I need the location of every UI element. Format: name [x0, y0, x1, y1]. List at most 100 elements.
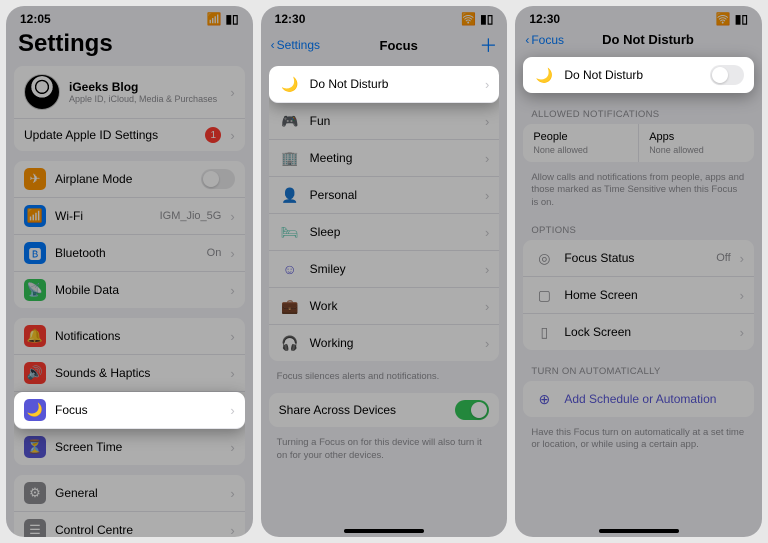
chevron-right-icon: ›	[230, 85, 234, 100]
row-label: Airplane Mode	[55, 172, 192, 186]
chevron-right-icon: ›	[230, 246, 234, 261]
row-label: Do Not Disturb	[564, 68, 701, 82]
profile-name: iGeeks Blog	[69, 80, 221, 94]
share-across-devices-row[interactable]: Share Across Devices	[269, 393, 500, 427]
chevron-right-icon: ›	[230, 523, 234, 538]
chevron-right-icon: ›	[485, 188, 489, 203]
chevron-left-icon: ‹	[525, 33, 529, 47]
chevron-right-icon: ›	[230, 329, 234, 344]
alerts-group: 🔔 Notifications › 🔊Sounds & Haptics› 🌙 Focus ›…	[14, 318, 245, 465]
row-icon: ▢	[533, 284, 555, 306]
status-indicators: 🛜 ▮▯	[716, 12, 748, 26]
list-row[interactable]: ▢Home Screen›	[523, 277, 754, 314]
wifi-icon: 🛜	[716, 12, 731, 26]
share-toggle[interactable]	[455, 400, 489, 420]
home-indicator[interactable]	[344, 529, 424, 533]
signal-icon: 📶	[207, 12, 222, 26]
row-icon: 🎮	[279, 110, 301, 132]
status-bar: 12:05 📶 ▮▯	[6, 6, 253, 28]
chevron-right-icon: ›	[740, 325, 744, 340]
row-label: Fun	[310, 114, 476, 128]
status-indicators: 🛜 ▮▯	[461, 12, 493, 26]
apple-id-row[interactable]: iGeeks Blog Apple ID, iCloud, Media & Pu…	[14, 66, 245, 119]
back-label: Settings	[277, 38, 320, 52]
chevron-right-icon: ›	[230, 403, 234, 418]
row-icon: 📡	[24, 279, 46, 301]
list-row[interactable]: 🛏Sleep›	[269, 214, 500, 251]
row-icon: 👤	[279, 184, 301, 206]
list-row[interactable]: 👤Personal›	[269, 177, 500, 214]
profile-group: iGeeks Blog Apple ID, iCloud, Media & Pu…	[14, 66, 245, 151]
page-title: Settings	[6, 28, 253, 66]
row-icon: 🌙	[24, 399, 46, 421]
row-label: Smiley	[310, 262, 476, 276]
chevron-right-icon: ›	[230, 283, 234, 298]
row-label: Wi-Fi	[55, 209, 151, 223]
update-apple-id-row[interactable]: Update Apple ID Settings 1 ›	[14, 119, 245, 151]
list-row[interactable]: ☰ Control Centre ›	[14, 512, 245, 537]
status-time: 12:30	[275, 12, 306, 26]
list-row[interactable]: 🏢Meeting›	[269, 140, 500, 177]
row-icon: 🎧	[279, 332, 301, 354]
plus-circle-icon: ⊕	[533, 388, 555, 410]
list-row[interactable]: 🔔 Notifications ›	[14, 318, 245, 355]
row-icon: ☰	[24, 519, 46, 537]
list-row[interactable]: 🌙 Focus ›	[14, 392, 245, 429]
row-label: Mobile Data	[55, 283, 221, 297]
row-label: Share Across Devices	[279, 403, 447, 417]
dnd-toggle-row[interactable]: 🌙 Do Not Disturb	[523, 57, 754, 93]
list-row[interactable]: 🌙 Do Not Disturb ›	[269, 66, 500, 103]
row-label: Working	[310, 336, 476, 350]
row-label: Focus	[55, 403, 221, 417]
list-row[interactable]: ✈︎ Airplane Mode	[14, 161, 245, 198]
battery-icon: ▮▯	[735, 12, 748, 26]
list-row[interactable]: 📡 Mobile Data ›	[14, 272, 245, 308]
list-row[interactable]: 🔊Sounds & Haptics›	[14, 355, 245, 392]
list-row[interactable]: 🎧Working›	[269, 325, 500, 361]
list-row[interactable]: 🅱BluetoothOn›	[14, 235, 245, 272]
options-group: ◎Focus StatusOff›▢Home Screen›▯Lock Scre…	[523, 240, 754, 350]
status-bar: 12:30 🛜 ▮▯	[515, 6, 762, 28]
list-row[interactable]: ◎Focus StatusOff›	[523, 240, 754, 277]
apps-title: Apps	[649, 131, 744, 143]
dnd-toggle[interactable]	[710, 65, 744, 85]
status-time: 12:30	[529, 12, 560, 26]
row-label: Control Centre	[55, 523, 221, 537]
avatar	[24, 74, 60, 110]
focus-list-group: 🌙 Do Not Disturb › 🎮 Fun › 🏢Meeting›👤Personal›…	[269, 66, 500, 361]
chevron-right-icon: ›	[485, 77, 489, 92]
chevron-right-icon: ›	[740, 288, 744, 303]
allowed-apps[interactable]: Apps None allowed	[639, 124, 754, 162]
row-value: On	[207, 247, 222, 259]
row-label: Notifications	[55, 329, 221, 343]
auto-footer: Have this Focus turn on automatically at…	[515, 427, 762, 462]
row-icon: ✈︎	[24, 168, 46, 190]
list-row[interactable]: ☺Smiley›	[269, 251, 500, 288]
row-icon: ☺	[279, 258, 301, 280]
row-label: Do Not Disturb	[310, 77, 476, 91]
profile-sub: Apple ID, iCloud, Media & Purchases	[69, 94, 221, 104]
list-row[interactable]: ⚙︎General›	[14, 475, 245, 512]
list-row[interactable]: 📶Wi-FiIGM_Jio_5G›	[14, 198, 245, 235]
row-label: Sounds & Haptics	[55, 366, 221, 380]
people-sub: None allowed	[533, 145, 628, 155]
allowed-people[interactable]: People None allowed	[523, 124, 639, 162]
add-focus-button[interactable]: ＋	[477, 32, 497, 58]
list-row[interactable]: 🎮Fun›	[269, 103, 500, 140]
list-row[interactable]: ▯Lock Screen›	[523, 314, 754, 350]
row-icon: ⏳	[24, 436, 46, 458]
people-title: People	[533, 131, 628, 143]
row-icon: 🌙	[279, 73, 301, 95]
home-indicator[interactable]	[599, 529, 679, 533]
list-row[interactable]: 💼Work›	[269, 288, 500, 325]
row-toggle[interactable]	[201, 169, 235, 189]
list-row[interactable]: ⏳Screen Time›	[14, 429, 245, 465]
row-icon: 🛏	[279, 221, 301, 243]
row-icon: 🔔	[24, 325, 46, 347]
back-button[interactable]: ‹ Settings	[271, 38, 320, 52]
chevron-right-icon: ›	[230, 128, 234, 143]
add-schedule-row[interactable]: ⊕ Add Schedule or Automation	[523, 381, 754, 417]
battery-icon: ▮▯	[225, 12, 238, 26]
back-button[interactable]: ‹ Focus	[525, 33, 564, 47]
apps-sub: None allowed	[649, 145, 744, 155]
